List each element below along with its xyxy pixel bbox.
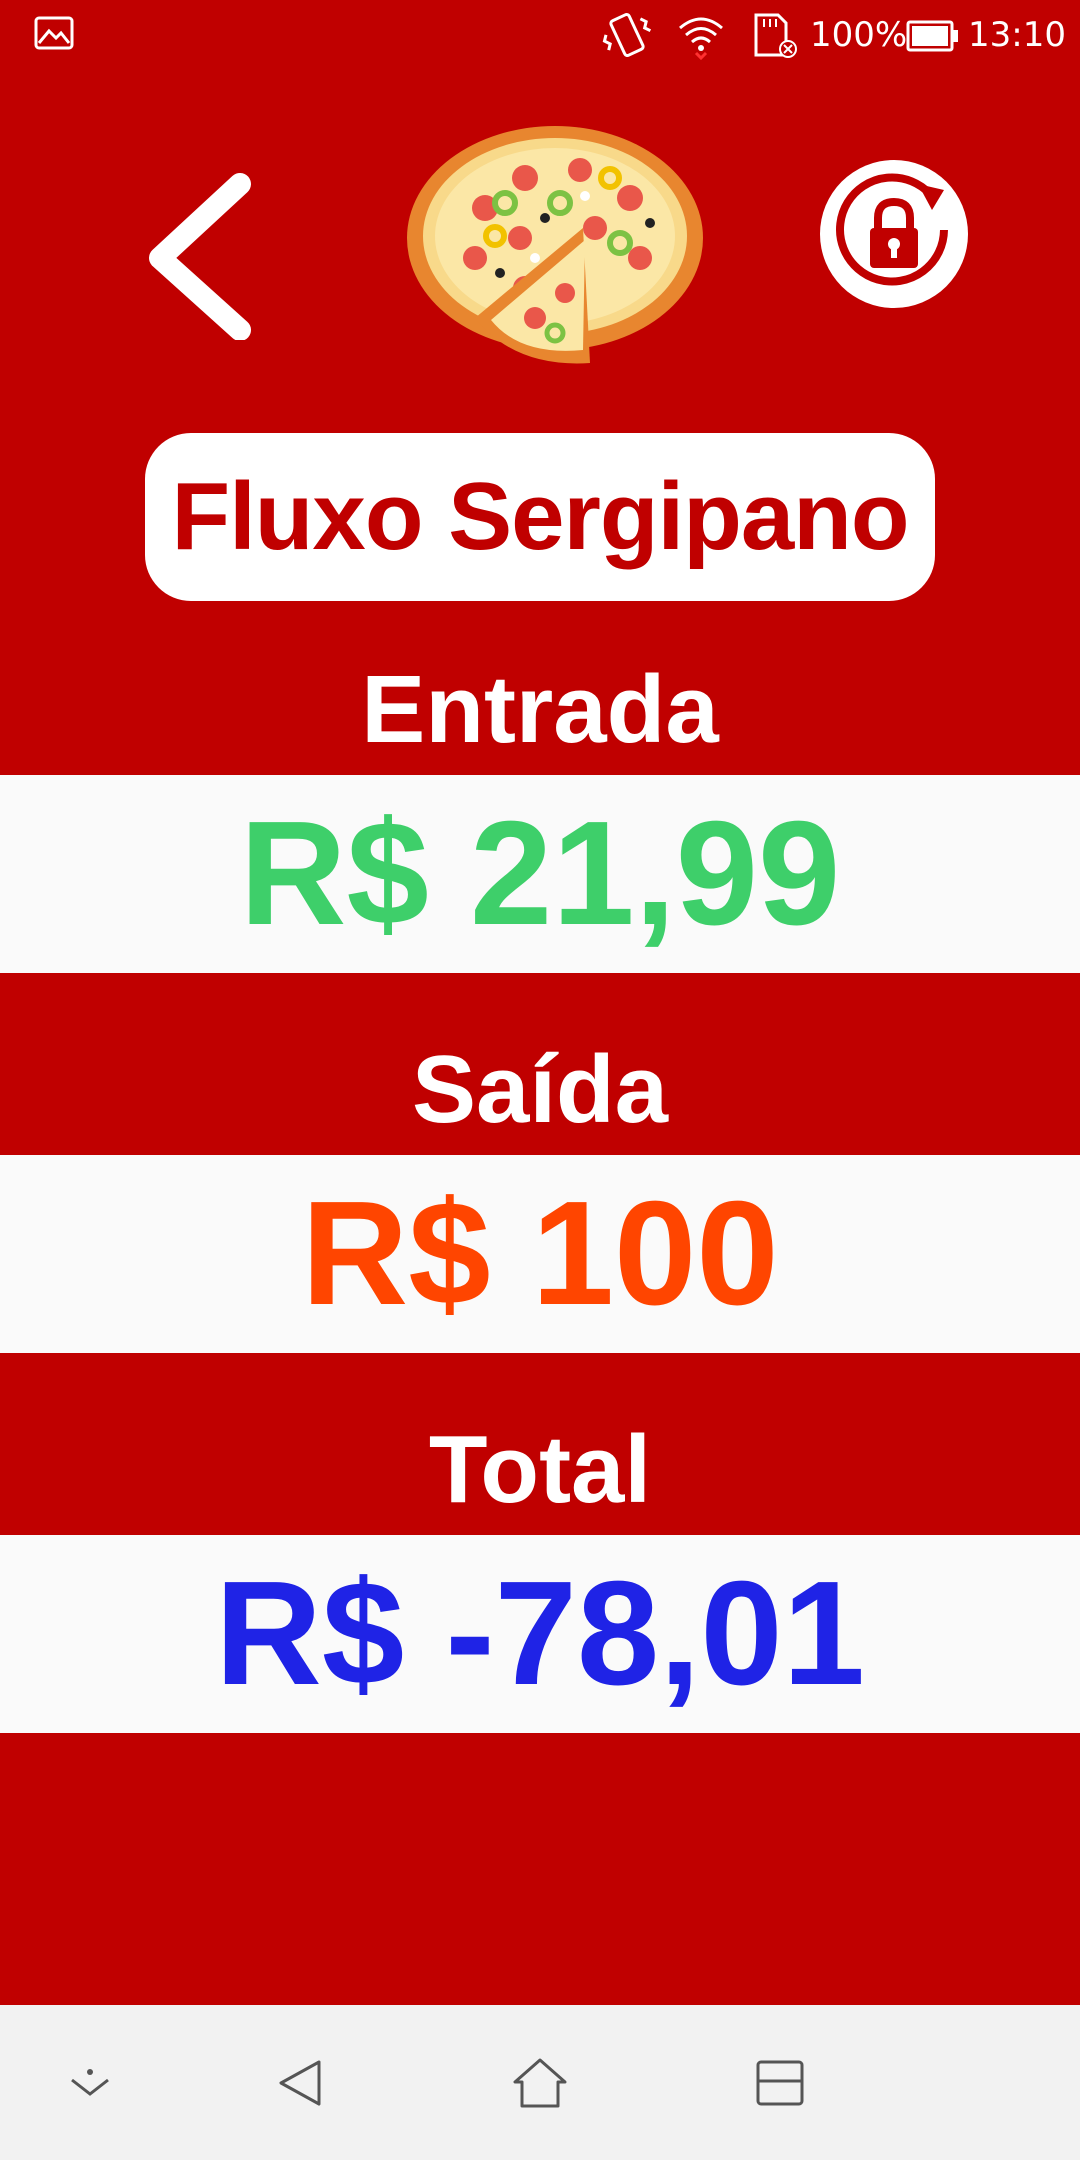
home-icon	[513, 2058, 567, 2107]
nav-back-button[interactable]	[250, 2005, 350, 2160]
clock: 13:10	[968, 15, 1066, 55]
navigation-bar	[0, 2005, 1080, 2160]
battery-icon	[906, 20, 958, 52]
saida-label: Saída	[411, 1036, 669, 1143]
lock-reset-button[interactable]	[818, 158, 970, 310]
status-bar: 100% 13:10	[0, 0, 1080, 72]
saida-value: R$ 100	[0, 1155, 1080, 1353]
pizza-logo	[405, 118, 715, 383]
sd-card-icon	[754, 13, 797, 58]
back-button[interactable]	[140, 170, 270, 341]
nav-recents-button[interactable]	[730, 2005, 830, 2160]
page-title: Fluxo Sergipano	[145, 433, 935, 601]
lock-reset-icon	[820, 160, 968, 308]
image-icon	[34, 16, 74, 50]
back-triangle-icon	[279, 2060, 321, 2105]
recents-icon	[756, 2060, 804, 2105]
vibrate-icon	[602, 13, 652, 57]
wifi-icon	[679, 17, 723, 60]
chevron-down-icon	[71, 2068, 109, 2096]
notification-pull-button[interactable]	[40, 2005, 140, 2160]
entrada-label: Entrada	[361, 656, 719, 763]
battery-percent: 100%	[810, 15, 908, 55]
chevron-left-icon	[149, 173, 251, 341]
pizza-icon	[407, 126, 703, 364]
total-value: R$ -78,01	[0, 1535, 1080, 1733]
entrada-value: R$ 21,99	[0, 775, 1080, 973]
total-label: Total	[428, 1416, 652, 1523]
nav-home-button[interactable]	[490, 2005, 590, 2160]
